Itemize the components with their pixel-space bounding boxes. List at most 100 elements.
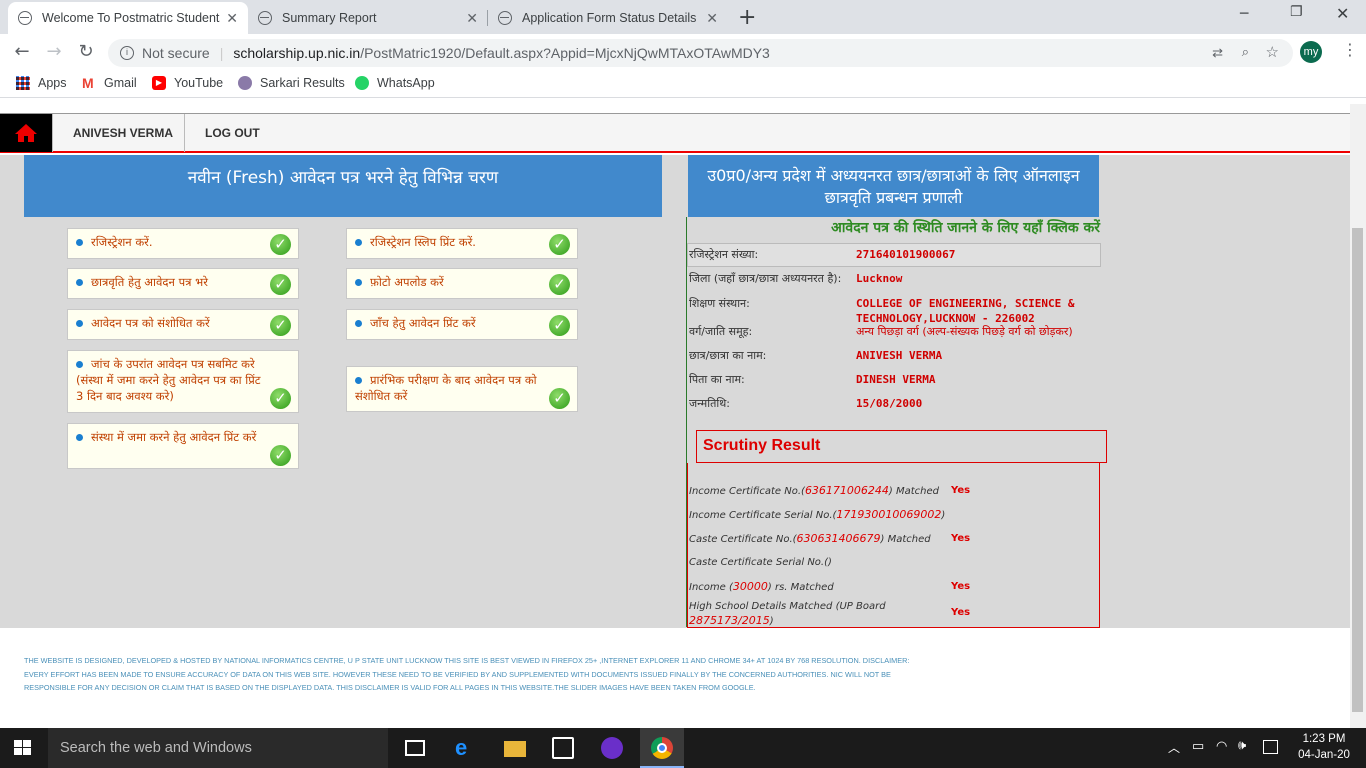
chevron-up-icon[interactable]: ︿ <box>1168 739 1180 756</box>
windows-start-icon[interactable] <box>14 740 32 756</box>
task-view-icon[interactable] <box>405 740 425 756</box>
forward-icon[interactable]: → <box>44 42 64 62</box>
bookmark-gmail[interactable]: M Gmail <box>82 76 137 90</box>
reload-icon[interactable]: ↻ <box>76 42 96 62</box>
scrutiny-text: ) <box>941 510 946 521</box>
tab-welcome[interactable]: Welcome To Postmatric Students ✕ <box>8 2 248 34</box>
scrutiny-high-school: High School Details Matched (UP Board 28… <box>689 600 909 629</box>
globe-icon <box>498 11 512 25</box>
site-nav: ANIVESH VERMA LOG OUT <box>0 113 1350 153</box>
detail-value: ANIVESH VERMA <box>856 349 943 362</box>
step-label: संस्था में जमा करने हेतु आवेदन प्रिंट कर… <box>91 430 257 444</box>
step-submit-application[interactable]: जांच के उपरांत आवेदन पत्र सबमिट करे (संस… <box>67 350 299 413</box>
minimize-button[interactable]: ─ <box>1240 6 1248 22</box>
check-icon: ✓ <box>270 315 291 336</box>
bookmark-apps[interactable]: Apps <box>16 76 67 90</box>
tab-application-status[interactable]: Application Form Status Details ✕ <box>488 2 728 34</box>
volume-icon[interactable]: 🕪 <box>1238 737 1246 753</box>
detail-value: DINESH VERMA <box>856 373 936 386</box>
tab-summary-report[interactable]: Summary Report ✕ <box>248 2 488 34</box>
scrutiny-text: ) rs. Matched <box>767 582 834 593</box>
step-label: प्रारंभिक परीक्षण के बाद आवेदन पत्र को स… <box>355 373 537 403</box>
globe-icon <box>258 11 272 25</box>
zoom-icon[interactable]: ⌕ <box>1242 44 1249 60</box>
bookmark-sarkari[interactable]: Sarkari Results <box>238 76 345 90</box>
step-modify-after-review[interactable]: प्रारंभिक परीक्षण के बाद आवेदन पत्र को स… <box>346 366 578 412</box>
logout-link[interactable]: LOG OUT <box>185 114 275 152</box>
whatsapp-icon <box>355 76 369 90</box>
youtube-icon: ▶ <box>152 76 166 90</box>
close-window-button[interactable]: ✕ <box>1336 4 1349 23</box>
scrutiny-text: ) Matched <box>888 486 940 497</box>
scrutiny-number: 171930010069002 <box>836 508 942 521</box>
home-button[interactable] <box>0 114 52 152</box>
bookmark-star-icon[interactable]: ☆ <box>1266 43 1279 61</box>
scrutiny-text: Income Certificate Serial No.( <box>689 510 837 521</box>
check-icon: ✓ <box>549 234 570 255</box>
nav-user-name[interactable]: ANIVESH VERMA <box>52 114 185 152</box>
scrutiny-text: Caste Certificate Serial No.() <box>689 557 832 568</box>
step-registration[interactable]: रजिस्ट्रेशन करें. ✓ <box>67 228 299 259</box>
profile-avatar[interactable]: my <box>1300 41 1322 63</box>
bookmark-label: Sarkari Results <box>260 76 345 90</box>
scrutiny-number: 630631406679 <box>796 532 881 545</box>
tab-title: Summary Report <box>282 11 377 25</box>
step-label: जांच के उपरांत आवेदन पत्र सबमिट करे (संस… <box>76 357 261 403</box>
scrutiny-income: Income (30000) rs. Matched <box>689 580 834 593</box>
detail-label: पिता का नाम: <box>689 373 745 386</box>
close-tab-icon[interactable]: ✕ <box>466 10 478 27</box>
info-icon[interactable]: i <box>120 46 134 60</box>
detail-value: COLLEGE OF ENGINEERING, SCIENCE & TECHNO… <box>856 297 1075 325</box>
scrollbar-thumb[interactable] <box>1352 228 1363 712</box>
bookmark-label: Gmail <box>104 76 137 90</box>
step-label: रजिस्ट्रेशन करें. <box>91 235 153 249</box>
edge-icon[interactable]: e <box>455 737 477 759</box>
portal-heading: उ0प्र0/अन्य प्रदेश में अध्ययनरत छात्र/छा… <box>688 155 1099 217</box>
chrome-taskbar-button[interactable] <box>640 728 684 768</box>
bookmark-youtube[interactable]: ▶ YouTube <box>152 76 223 90</box>
check-icon: ✓ <box>549 315 570 336</box>
step-fill-application[interactable]: छात्रवृति हेतु आवेदन पत्र भरे ✓ <box>67 268 299 299</box>
bookmark-label: YouTube <box>174 76 224 90</box>
maximize-button[interactable]: ❐ <box>1290 4 1303 20</box>
close-tab-icon[interactable]: ✕ <box>706 10 718 27</box>
step-print-registration-slip[interactable]: रजिस्ट्रेशन स्लिप प्रिंट करें. ✓ <box>346 228 578 259</box>
back-icon[interactable]: ← <box>12 42 32 62</box>
taskbar-search[interactable]: Search the web and Windows <box>48 728 388 768</box>
detail-label: छात्र/छात्रा का नाम: <box>689 349 767 362</box>
clock-date: 04-Jan-20 <box>1298 749 1350 761</box>
step-modify-application[interactable]: आवेदन पत्र को संशोधित करें ✓ <box>67 309 299 340</box>
address-bar[interactable]: i Not secure | scholarship.up.nic.in/Pos… <box>108 39 1293 67</box>
new-tab-button[interactable]: + <box>738 5 756 30</box>
menu-icon[interactable]: ⋮ <box>1342 40 1358 59</box>
check-icon: ✓ <box>549 274 570 295</box>
step-print-for-verification[interactable]: जाँच हेतु आवेदन प्रिंट करें ✓ <box>346 309 578 340</box>
step-print-for-institute[interactable]: संस्था में जमा करने हेतु आवेदन प्रिंट कर… <box>67 423 299 469</box>
detail-label: शिक्षण संस्थान: <box>689 297 750 310</box>
scrutiny-number: 2875173/2015 <box>689 614 770 627</box>
bookmark-whatsapp[interactable]: WhatsApp <box>355 76 435 90</box>
battery-icon[interactable]: ▭ <box>1192 738 1204 754</box>
store-icon[interactable] <box>552 737 574 759</box>
file-explorer-icon[interactable] <box>504 741 526 757</box>
detail-label: वर्ग/जाति समूह: <box>689 325 753 338</box>
wifi-icon[interactable]: ◠ <box>1216 738 1227 754</box>
globe-icon <box>18 11 32 25</box>
step-upload-photo[interactable]: फ़ोटो अपलोड करें ✓ <box>346 268 578 299</box>
disclaimer-text: THE WEBSITE IS DESIGNED, DEVELOPED & HOS… <box>24 656 910 692</box>
bookmark-label: Apps <box>38 76 67 90</box>
application-status-link[interactable]: आवेदन पत्र की स्थिति जानने के लिए यहाँ क… <box>690 218 1100 237</box>
check-icon: ✓ <box>270 445 291 466</box>
separator: | <box>219 45 224 61</box>
scrutiny-result: Yes <box>951 607 971 618</box>
detail-value: अन्य पिछड़ा वर्ग (अल्प-संख्यक पिछड़े वर्… <box>856 325 1073 338</box>
detail-value: 15/08/2000 <box>856 397 923 410</box>
windows-taskbar: Search the web and Windows e ︿ ▭ ◠ 🕪 1:2… <box>0 728 1366 768</box>
notification-icon[interactable] <box>1263 740 1278 754</box>
media-app-icon[interactable] <box>601 737 623 759</box>
scrutiny-result: Yes <box>951 581 971 592</box>
system-clock[interactable]: 1:23 PM 04-Jan-20 <box>1296 731 1352 763</box>
translate-icon[interactable]: ⇄ <box>1212 45 1223 61</box>
close-tab-icon[interactable]: ✕ <box>226 10 238 27</box>
sarkari-icon <box>238 76 252 90</box>
